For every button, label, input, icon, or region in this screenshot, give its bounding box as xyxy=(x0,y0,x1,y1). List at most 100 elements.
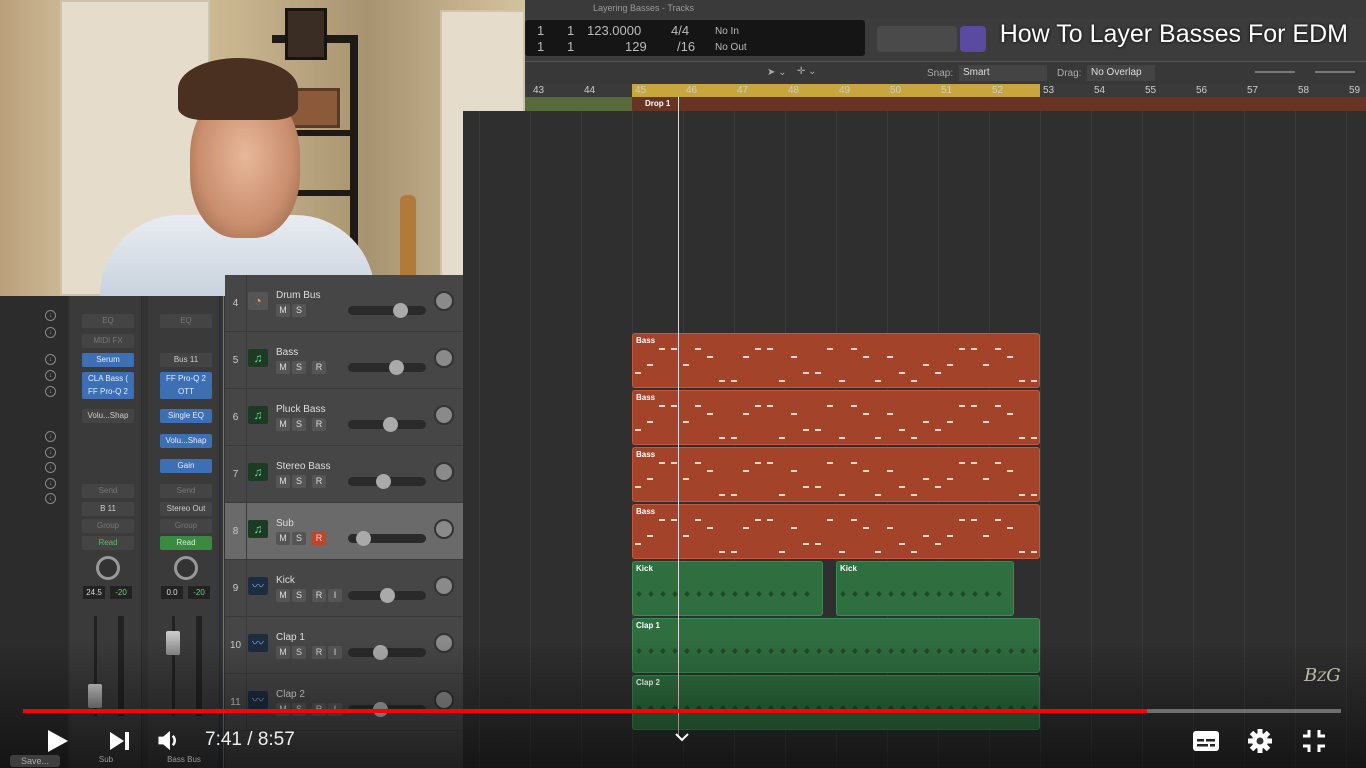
volume-slider[interactable] xyxy=(348,360,426,375)
io-download-icon[interactable]: ↓ xyxy=(45,310,56,321)
instrument-slot[interactable]: Serum xyxy=(82,353,134,367)
track-name[interactable]: Sub xyxy=(276,518,294,529)
mute-button[interactable]: M xyxy=(276,589,290,602)
record-enable-button[interactable]: R xyxy=(312,475,326,488)
output-slot[interactable]: B 11 xyxy=(82,502,134,516)
chevron-down-icon[interactable] xyxy=(674,731,690,743)
track-name[interactable]: Kick xyxy=(276,575,295,586)
midi-region[interactable]: Bass xyxy=(632,333,1040,388)
input-monitor-button[interactable]: I xyxy=(328,589,342,602)
solo-button[interactable]: S xyxy=(292,532,306,545)
solo-button[interactable]: S xyxy=(292,418,306,431)
solo-button[interactable]: S xyxy=(292,304,306,317)
plugin-slot[interactable]: Single EQ xyxy=(160,409,212,423)
snap-dropdown[interactable]: Smart xyxy=(959,65,1047,81)
eq-slot[interactable]: EQ xyxy=(82,314,134,328)
midi-fx-slot[interactable]: MIDI FX xyxy=(82,334,134,348)
horizontal-zoom-slider[interactable] xyxy=(1315,71,1355,73)
lcd-display[interactable]: 1 1 1 1 123.0000 129 4/4 /16 No In No Ou… xyxy=(525,20,865,56)
solo-button[interactable]: S xyxy=(292,361,306,374)
volume-slider[interactable] xyxy=(348,417,426,432)
io-download-icon[interactable]: ↓ xyxy=(45,386,56,397)
midi-region[interactable]: Bass xyxy=(632,447,1040,502)
volume-slider[interactable] xyxy=(348,474,426,489)
track-header[interactable]: 6 ♫ Pluck Bass M S R xyxy=(225,389,463,446)
send-slot[interactable]: Send xyxy=(160,484,212,498)
volume-slider[interactable] xyxy=(348,531,426,546)
track-header[interactable]: 5 ♫ Bass M S R xyxy=(225,332,463,389)
mute-button[interactable]: M xyxy=(276,475,290,488)
io-download-icon[interactable]: ↓ xyxy=(45,354,56,365)
io-download-icon[interactable]: ↓ xyxy=(45,431,56,442)
group-slot[interactable]: Group xyxy=(160,519,212,533)
eq-slot[interactable]: EQ xyxy=(160,314,212,328)
audio-region[interactable]: Kick xyxy=(632,561,823,616)
pan-knob[interactable] xyxy=(434,462,454,482)
output-slot[interactable]: Stereo Out xyxy=(160,502,212,516)
solo-button[interactable]: S xyxy=(292,475,306,488)
next-icon[interactable] xyxy=(108,730,132,752)
record-enable-button[interactable]: R xyxy=(312,532,326,545)
io-download-icon[interactable]: ↓ xyxy=(45,370,56,381)
pan-knob[interactable] xyxy=(434,576,454,596)
io-download-icon[interactable]: ↓ xyxy=(45,462,56,473)
volume-slider[interactable] xyxy=(348,303,426,318)
input-slot[interactable]: Bus 11 xyxy=(160,353,212,367)
progress-bar[interactable] xyxy=(23,709,1341,713)
io-download-icon[interactable]: ↓ xyxy=(45,493,56,504)
pan-knob[interactable] xyxy=(434,291,454,311)
io-download-icon[interactable]: ↓ xyxy=(45,327,56,338)
send-slot[interactable]: Send xyxy=(82,484,134,498)
mute-button[interactable]: M xyxy=(276,418,290,431)
track-name[interactable]: Stereo Bass xyxy=(276,461,330,472)
track-header[interactable]: 8 ♫ Sub M S R xyxy=(225,503,463,560)
pan-knob[interactable] xyxy=(434,519,454,539)
midi-region[interactable]: Bass xyxy=(632,504,1040,559)
bar-ruler[interactable]: 43 44 45 46 47 48 49 50 51 52 53 54 55 56 57 58 59 xyxy=(525,84,1366,98)
save-button[interactable]: Save... xyxy=(10,755,60,767)
pan-knob[interactable] xyxy=(96,556,120,580)
mute-button[interactable]: M xyxy=(276,532,290,545)
play-icon[interactable] xyxy=(44,728,70,754)
pan-knob[interactable] xyxy=(434,405,454,425)
plugin-slot[interactable]: FF Pro-Q 2 xyxy=(82,385,134,399)
exit-fullscreen-icon[interactable] xyxy=(1301,728,1327,754)
mute-button[interactable]: M xyxy=(276,361,290,374)
track-name[interactable]: Bass xyxy=(276,347,298,358)
vertical-zoom-slider[interactable] xyxy=(1255,71,1295,73)
plugin-slot[interactable]: FF Pro-Q 2 xyxy=(160,372,212,386)
channel-watermark[interactable]: BZG xyxy=(1304,665,1341,686)
pan-knob[interactable] xyxy=(434,348,454,368)
plugin-slot[interactable]: OTT xyxy=(160,385,212,399)
settings-gear-icon[interactable] xyxy=(1247,728,1273,754)
marker-drop-1[interactable]: Drop 1 xyxy=(645,99,670,108)
drag-dropdown[interactable]: No Overlap xyxy=(1087,65,1155,81)
subtitles-icon[interactable] xyxy=(1192,729,1220,753)
plugin-slot[interactable]: Volu...Shap xyxy=(160,434,212,448)
audio-region[interactable]: Kick xyxy=(836,561,1014,616)
count-in-button[interactable] xyxy=(960,26,986,52)
marker-track[interactable]: Drop 1 xyxy=(525,97,1366,111)
solo-button[interactable]: S xyxy=(292,589,306,602)
mute-button[interactable]: M xyxy=(276,304,290,317)
plugin-slot[interactable]: CLA Bass ( xyxy=(82,372,134,386)
volume-slider[interactable] xyxy=(348,588,426,603)
track-name[interactable]: Drum Bus xyxy=(276,290,320,301)
group-slot[interactable]: Group xyxy=(82,519,134,533)
track-header[interactable]: 7 ♫ Stereo Bass M S R xyxy=(225,446,463,503)
automation-mode[interactable]: Read xyxy=(160,536,212,550)
record-enable-button[interactable]: R xyxy=(312,589,326,602)
plugin-slot[interactable]: Gain xyxy=(160,459,212,473)
plugin-slot[interactable]: Volu...Shap xyxy=(82,409,134,423)
volume-icon[interactable] xyxy=(156,729,182,752)
pencil-tool-icon[interactable]: ✛ ⌄ xyxy=(797,66,817,77)
mode-buttons[interactable] xyxy=(877,26,957,52)
record-enable-button[interactable]: R xyxy=(312,361,326,374)
pointer-tool-icon[interactable]: ➤ ⌄ xyxy=(767,67,787,78)
track-header[interactable]: 4 ◔ Drum Bus M S xyxy=(225,275,463,332)
io-download-icon[interactable]: ↓ xyxy=(45,447,56,458)
record-enable-button[interactable]: R xyxy=(312,418,326,431)
track-name[interactable]: Pluck Bass xyxy=(276,404,325,415)
automation-mode[interactable]: Read xyxy=(82,536,134,550)
midi-region[interactable]: Bass xyxy=(632,390,1040,445)
